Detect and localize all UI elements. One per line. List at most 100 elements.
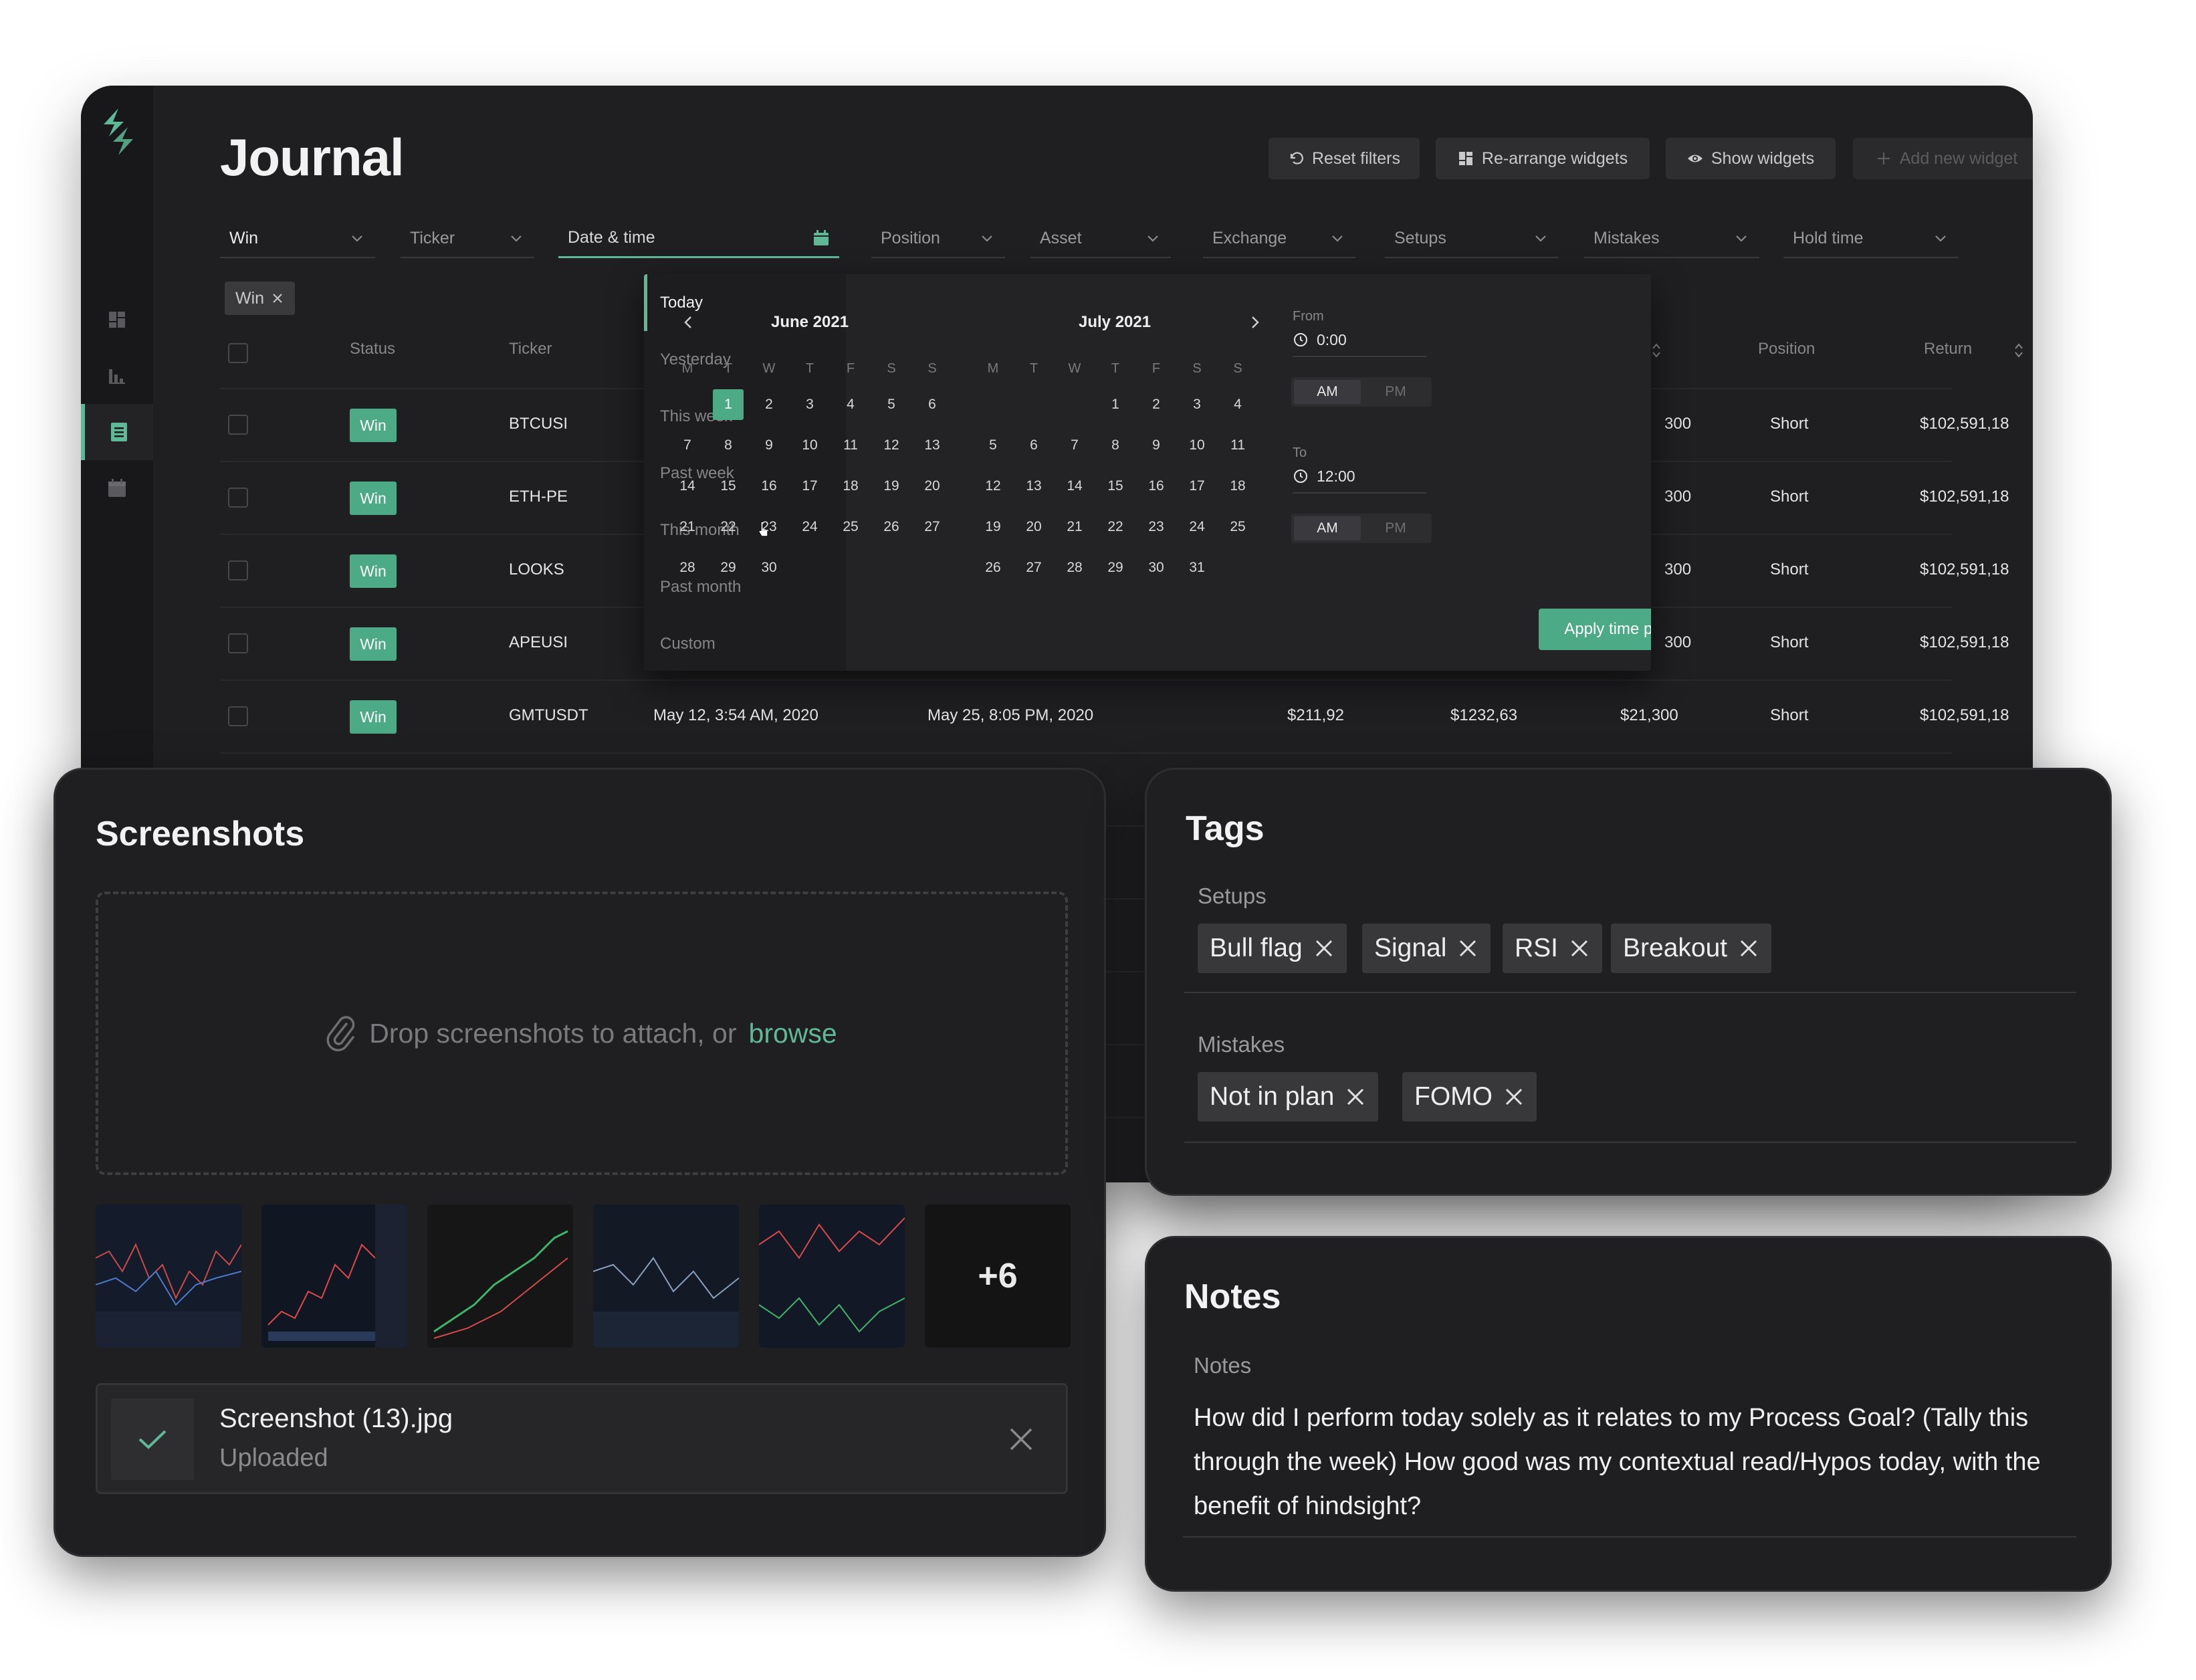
to-time-field[interactable]: 12:00 bbox=[1293, 460, 1426, 494]
calendar-day-june-1[interactable]: 1 bbox=[713, 389, 744, 420]
calendar-day-june-24[interactable]: 24 bbox=[794, 512, 825, 542]
screenshot-thumbnail[interactable] bbox=[759, 1204, 905, 1348]
calendar-day-june-30[interactable]: 30 bbox=[754, 552, 784, 583]
nav-calendar[interactable] bbox=[81, 460, 153, 516]
calendar-day-june-7[interactable]: 7 bbox=[672, 430, 703, 461]
calendar-day-june-10[interactable]: 10 bbox=[794, 430, 825, 461]
calendar-day-july-12[interactable]: 12 bbox=[978, 471, 1008, 502]
close-icon[interactable] bbox=[1345, 1086, 1366, 1108]
close-icon[interactable] bbox=[1457, 938, 1478, 959]
close-icon[interactable] bbox=[1738, 938, 1759, 959]
nav-reports[interactable] bbox=[81, 348, 153, 404]
calendar-day-june-26[interactable]: 26 bbox=[876, 512, 907, 542]
setup-tag-signal[interactable]: Signal bbox=[1362, 924, 1491, 973]
calendar-day-july-11[interactable]: 11 bbox=[1222, 430, 1253, 461]
close-icon[interactable] bbox=[271, 292, 284, 305]
calendar-day-july-14[interactable]: 14 bbox=[1059, 471, 1090, 502]
calendar-day-july-31[interactable]: 31 bbox=[1182, 552, 1212, 583]
filter-exchange[interactable]: Exchange bbox=[1203, 219, 1355, 258]
filter-status[interactable]: Win bbox=[220, 219, 375, 258]
browse-link[interactable]: browse bbox=[749, 1018, 837, 1049]
calendar-day-june-2[interactable]: 2 bbox=[754, 389, 784, 420]
calendar-day-july-25[interactable]: 25 bbox=[1222, 512, 1253, 542]
rearrange-widgets-button[interactable]: Re-arrange widgets bbox=[1436, 138, 1650, 179]
am-option[interactable]: AM bbox=[1294, 516, 1361, 540]
calendar-day-june-14[interactable]: 14 bbox=[672, 471, 703, 502]
header-ticker[interactable]: Ticker bbox=[509, 340, 552, 358]
calendar-day-july-18[interactable]: 18 bbox=[1222, 471, 1253, 502]
mistake-tag-fomo[interactable]: FOMO bbox=[1402, 1072, 1537, 1122]
calendar-day-june-17[interactable]: 17 bbox=[794, 471, 825, 502]
filter-asset[interactable]: Asset bbox=[1030, 219, 1171, 258]
calendar-day-july-2[interactable]: 2 bbox=[1141, 389, 1172, 420]
row-checkbox[interactable] bbox=[228, 415, 248, 435]
calendar-day-june-18[interactable]: 18 bbox=[835, 471, 866, 502]
filter-date-time[interactable]: Date & time bbox=[558, 219, 839, 258]
filter-position[interactable]: Position bbox=[871, 219, 1005, 258]
header-position[interactable]: Position bbox=[1758, 340, 1815, 358]
calendar-day-june-27[interactable]: 27 bbox=[917, 512, 948, 542]
filter-ticker[interactable]: Ticker bbox=[401, 219, 534, 258]
calendar-day-july-15[interactable]: 15 bbox=[1100, 471, 1131, 502]
calendar-day-july-5[interactable]: 5 bbox=[978, 430, 1008, 461]
calendar-day-july-22[interactable]: 22 bbox=[1100, 512, 1131, 542]
calendar-day-july-17[interactable]: 17 bbox=[1182, 471, 1212, 502]
screenshot-thumbnail[interactable] bbox=[427, 1204, 573, 1348]
row-checkbox[interactable] bbox=[228, 488, 248, 508]
screenshot-thumbnail[interactable] bbox=[593, 1204, 739, 1348]
filter-setups[interactable]: Setups bbox=[1385, 219, 1559, 258]
calendar-day-july-10[interactable]: 10 bbox=[1182, 430, 1212, 461]
calendar-day-june-28[interactable]: 28 bbox=[672, 552, 703, 583]
add-widget-button[interactable]: Add new widget bbox=[1853, 138, 2033, 179]
active-filter-chip[interactable]: Win bbox=[225, 282, 296, 315]
apply-time-period-button[interactable]: Apply time period bbox=[1539, 609, 1651, 650]
calendar-day-june-25[interactable]: 25 bbox=[835, 512, 866, 542]
calendar-day-july-29[interactable]: 29 bbox=[1100, 552, 1131, 583]
calendar-day-july-1[interactable]: 1 bbox=[1100, 389, 1131, 420]
filter-mistakes[interactable]: Mistakes bbox=[1584, 219, 1759, 258]
notes-textarea[interactable]: How did I perform today solely as it rel… bbox=[1194, 1396, 2090, 1528]
calendar-day-june-6[interactable]: 6 bbox=[917, 389, 948, 420]
calendar-day-june-29[interactable]: 29 bbox=[713, 552, 744, 583]
calendar-day-july-27[interactable]: 27 bbox=[1018, 552, 1049, 583]
filter-hold-time[interactable]: Hold time bbox=[1783, 219, 1959, 258]
calendar-day-june-20[interactable]: 20 bbox=[917, 471, 948, 502]
from-ampm-toggle[interactable]: AM PM bbox=[1291, 377, 1432, 407]
mistake-tag-not-in-plan[interactable]: Not in plan bbox=[1198, 1072, 1379, 1122]
calendar-day-june-22[interactable]: 22 bbox=[713, 512, 744, 542]
calendar-day-july-23[interactable]: 23 bbox=[1141, 512, 1172, 542]
close-icon[interactable] bbox=[1569, 938, 1590, 959]
calendar-day-june-4[interactable]: 4 bbox=[835, 389, 866, 420]
setup-tag-bull-flag[interactable]: Bull flag bbox=[1198, 924, 1347, 973]
calendar-day-june-16[interactable]: 16 bbox=[754, 471, 784, 502]
calendar-day-june-5[interactable]: 5 bbox=[876, 389, 907, 420]
calendar-day-july-8[interactable]: 8 bbox=[1100, 430, 1131, 461]
screenshot-thumbnail[interactable] bbox=[96, 1204, 241, 1348]
row-checkbox[interactable] bbox=[228, 560, 248, 581]
close-icon[interactable] bbox=[1313, 938, 1335, 959]
next-month-icon[interactable] bbox=[1246, 313, 1265, 332]
calendar-day-june-8[interactable]: 8 bbox=[713, 430, 744, 461]
select-all-checkbox[interactable] bbox=[228, 343, 248, 363]
setup-tag-rsi[interactable]: RSI bbox=[1503, 924, 1603, 973]
am-option[interactable]: AM bbox=[1294, 380, 1361, 404]
close-icon[interactable] bbox=[1503, 1086, 1525, 1108]
calendar-day-june-12[interactable]: 12 bbox=[876, 430, 907, 461]
calendar-day-july-19[interactable]: 19 bbox=[978, 512, 1008, 542]
header-status[interactable]: Status bbox=[350, 340, 395, 358]
nav-journal[interactable] bbox=[81, 404, 153, 460]
sort-icon[interactable] bbox=[1651, 342, 1662, 358]
to-ampm-toggle[interactable]: AM PM bbox=[1291, 514, 1432, 543]
screenshot-thumbnail[interactable] bbox=[261, 1204, 407, 1348]
remove-file-icon[interactable] bbox=[1006, 1424, 1036, 1455]
calendar-day-june-23[interactable]: 23 bbox=[754, 512, 784, 542]
table-row[interactable]: Win GMTUSDT May 12, 3:54 AM, 2020 May 25… bbox=[220, 681, 2009, 754]
calendar-day-july-4[interactable]: 4 bbox=[1222, 389, 1253, 420]
calendar-day-july-9[interactable]: 9 bbox=[1141, 430, 1172, 461]
calendar-day-july-6[interactable]: 6 bbox=[1018, 430, 1049, 461]
more-screenshots-count[interactable]: +6 bbox=[925, 1204, 1071, 1348]
calendar-day-june-11[interactable]: 11 bbox=[835, 430, 866, 461]
calendar-day-june-21[interactable]: 21 bbox=[672, 512, 703, 542]
calendar-day-july-13[interactable]: 13 bbox=[1018, 471, 1049, 502]
calendar-day-july-20[interactable]: 20 bbox=[1018, 512, 1049, 542]
